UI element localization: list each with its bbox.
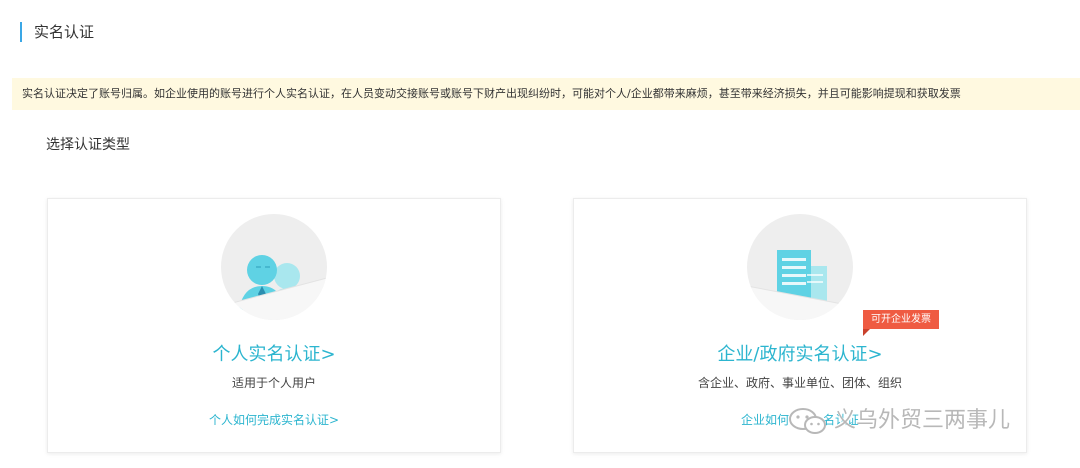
personal-verification-card[interactable]: 个人实名认证> 适用于个人用户 个人如何完成实名认证> (47, 198, 501, 453)
watermark: 义乌外贸三两事儿 (788, 404, 1048, 438)
personal-how-to-link[interactable]: 个人如何完成实名认证> (48, 412, 500, 428)
invoice-badge: 可开企业发票 (863, 310, 939, 336)
person-pair-icon (221, 214, 327, 320)
notice-banner: 实名认证决定了账号归属。如企业使用的账号进行个人实名认证，在人员变动交接账号或账… (12, 78, 1080, 110)
building-icon (747, 214, 853, 320)
enterprise-card-description: 含企业、政府、事业单位、团体、组织 (697, 376, 902, 390)
enterprise-link-start: 企业如何 (740, 413, 789, 427)
wechat-icon (789, 408, 826, 434)
personal-card-title[interactable]: 个人实名认证> (48, 343, 500, 367)
page-title: 实名认证 (20, 22, 94, 42)
enterprise-card-title[interactable]: 企业/政府实名认证> (574, 343, 1026, 367)
personal-card-description: 适用于个人用户 (231, 376, 316, 390)
watermark-text: 义乌外贸三两事儿 (834, 408, 1011, 433)
section-heading: 选择认证类型 (46, 137, 130, 153)
verification-page: 实名认证 实名认证决定了账号归属。如企业使用的账号进行个人实名认证，在人员变动交… (0, 0, 1080, 468)
